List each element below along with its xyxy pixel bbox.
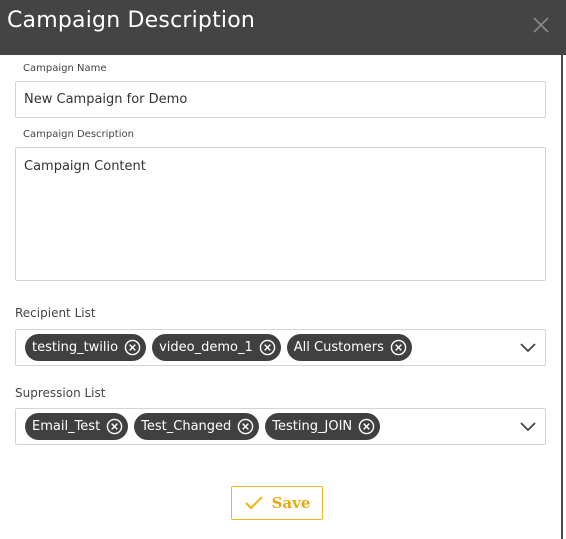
recipient-tag: All Customers <box>286 334 412 361</box>
suppression-list-tags: Email_Test Test_Changed Testing_JOIN <box>25 413 381 440</box>
campaign-name-input[interactable] <box>15 81 546 118</box>
campaign-description-label: Campaign Description <box>23 129 134 140</box>
recipient-tag-label: testing_twilio <box>32 340 119 355</box>
remove-tag-icon[interactable] <box>259 339 276 356</box>
recipient-list-tags: testing_twilio video_demo_1 All Customer… <box>25 334 412 361</box>
dialog-body <box>0 55 566 539</box>
recipient-tag: testing_twilio <box>25 334 147 361</box>
save-button-label: Save <box>271 494 311 512</box>
suppression-tag-label: Email_Test <box>32 419 101 434</box>
campaign-name-label: Campaign Name <box>23 63 107 74</box>
suppression-list-select[interactable]: Email_Test Test_Changed Testing_JOIN <box>15 408 546 445</box>
remove-tag-icon[interactable] <box>106 418 123 435</box>
remove-tag-icon[interactable] <box>237 418 254 435</box>
dialog-title: Campaign Description <box>7 8 256 33</box>
campaign-description-textarea[interactable]: Campaign Content <box>15 147 546 281</box>
recipient-list-label: Recipient List <box>15 306 96 320</box>
dialog-header: Campaign Description <box>0 0 566 55</box>
remove-tag-icon[interactable] <box>124 339 141 356</box>
recipient-tag-label: video_demo_1 <box>159 340 253 355</box>
remove-tag-icon[interactable] <box>358 418 375 435</box>
check-icon <box>244 496 263 510</box>
recipient-list-select[interactable]: testing_twilio video_demo_1 All Customer… <box>15 329 546 366</box>
suppression-list-label: Supression List <box>15 386 106 400</box>
close-icon[interactable] <box>531 15 551 35</box>
suppression-tag-label: Test_Changed <box>141 419 232 434</box>
chevron-down-icon[interactable] <box>519 340 537 356</box>
save-button[interactable]: Save <box>231 486 323 520</box>
suppression-tag: Email_Test <box>25 413 129 440</box>
suppression-tag: Test_Changed <box>134 413 260 440</box>
remove-tag-icon[interactable] <box>390 339 407 356</box>
recipient-tag-label: All Customers <box>293 340 384 355</box>
suppression-tag-label: Testing_JOIN <box>272 419 353 434</box>
chevron-down-icon[interactable] <box>519 419 537 435</box>
suppression-tag: Testing_JOIN <box>265 413 381 440</box>
recipient-tag: video_demo_1 <box>152 334 281 361</box>
